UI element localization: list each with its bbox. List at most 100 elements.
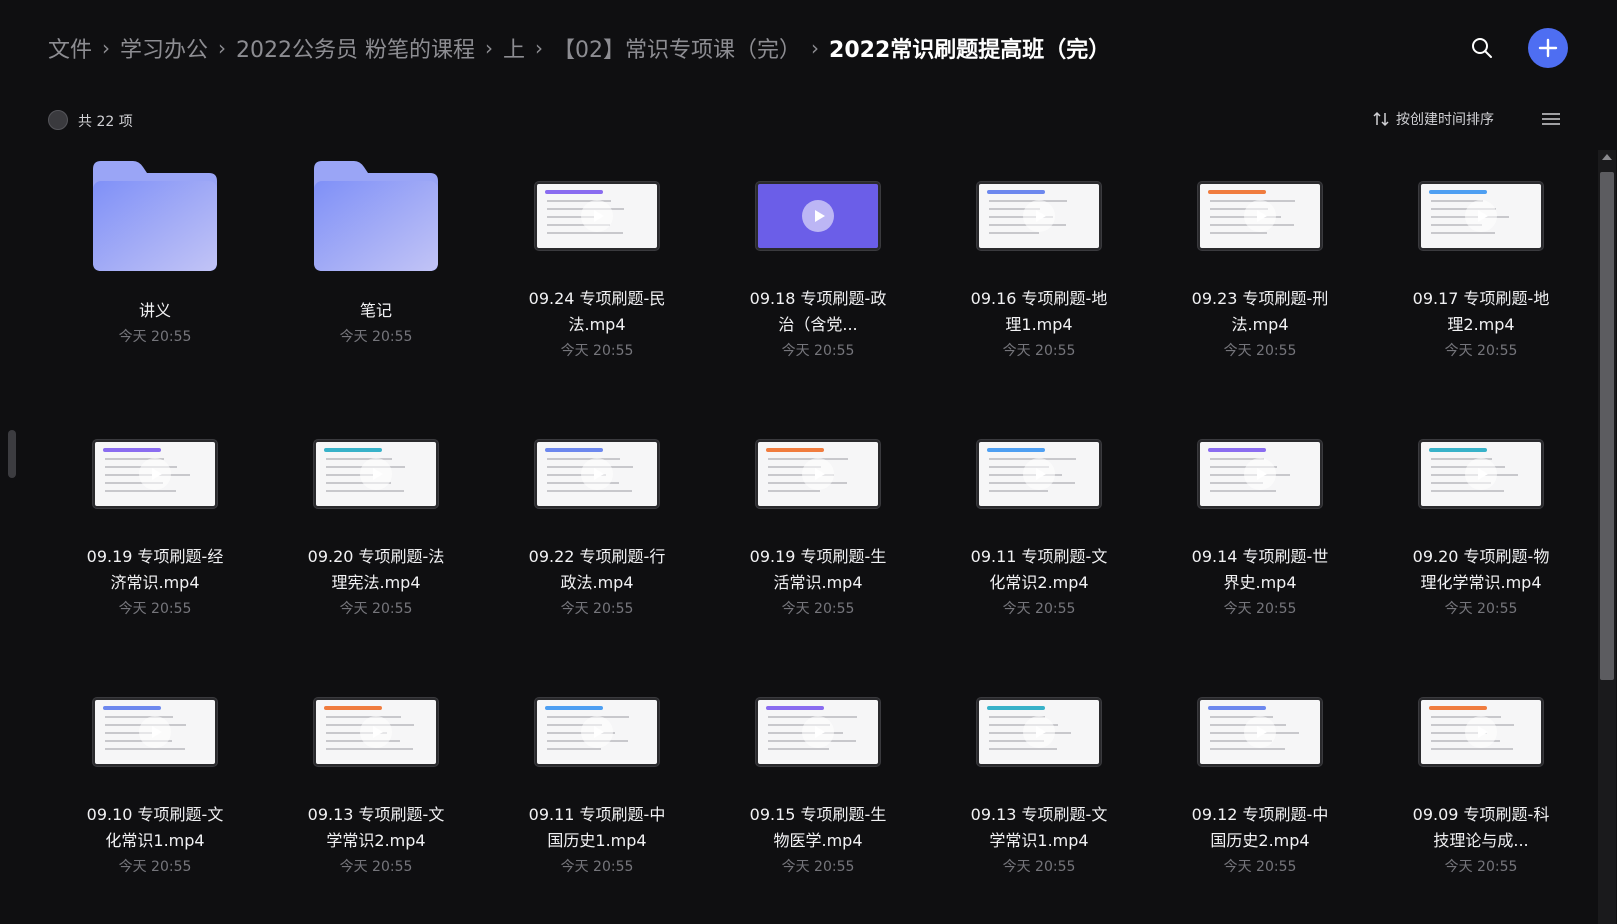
breadcrumb-item-part-one[interactable]: 上	[503, 32, 525, 64]
breadcrumb-separator: ›	[535, 36, 544, 60]
item-modified-time: 今天 20:55	[118, 859, 192, 875]
scroll-up-arrow-icon[interactable]	[1602, 154, 1612, 160]
breadcrumb-item-civil-service-course[interactable]: 2022公务员 粉笔的课程	[236, 32, 475, 64]
video-file-item[interactable]: 09.22 专项刷题-行政法.mp4 今天 20:55	[490, 408, 704, 666]
video-file-item[interactable]: 09.10 专项刷题-文化常识1.mp4 今天 20:55	[48, 666, 262, 924]
breadcrumb-item-study-office[interactable]: 学习办公	[120, 32, 208, 64]
thumbnail-text-line	[1431, 716, 1501, 718]
thumbnail-text-line	[768, 748, 829, 750]
thumbnail-header-bar	[1208, 706, 1266, 710]
view-toggle-button[interactable]	[1540, 109, 1562, 129]
thumbnail-text-line	[989, 232, 1039, 234]
item-name: 09.16 专项刷题-地理1.mp4	[970, 289, 1108, 334]
video-thumbnail	[1419, 698, 1543, 766]
item-name: 09.11 专项刷题-中国历史1.mp4	[528, 805, 666, 850]
sort-button[interactable]: 按创建时间排序	[1372, 108, 1494, 130]
video-file-item[interactable]: 09.11 专项刷题-文化常识2.mp4 今天 20:55	[932, 408, 1146, 666]
video-file-item[interactable]: 09.16 专项刷题-地理1.mp4 今天 20:55	[932, 150, 1146, 408]
breadcrumb-separator: ›	[218, 36, 227, 60]
video-file-item[interactable]: 09.12 专项刷题-中国历史2.mp4 今天 20:55	[1153, 666, 1367, 924]
play-icon	[1465, 716, 1497, 748]
scrollbar-thumb[interactable]	[1600, 172, 1614, 680]
side-panel-handle[interactable]	[8, 430, 16, 478]
video-thumbnail	[756, 698, 880, 766]
item-thumbnail	[269, 666, 483, 794]
item-modified-time: 今天 20:55	[781, 343, 855, 359]
item-modified-time: 今天 20:55	[1444, 343, 1518, 359]
thumbnail-text-line	[1431, 490, 1504, 492]
thumbnail-header-bar	[766, 448, 824, 452]
thumbnail-text-line	[1431, 232, 1495, 234]
video-file-item[interactable]: 09.23 专项刷题-刑法.mp4 今天 20:55	[1153, 150, 1367, 408]
video-file-item[interactable]: 09.17 专项刷题-地理2.mp4 今天 20:55	[1374, 150, 1588, 408]
play-icon	[1465, 200, 1497, 232]
video-file-item[interactable]: 09.20 专项刷题-法理宪法.mp4 今天 20:55	[269, 408, 483, 666]
thumbnail-header-bar	[545, 190, 603, 194]
item-modified-time: 今天 20:55	[339, 859, 413, 875]
item-name: 09.24 专项刷题-民法.mp4	[528, 289, 666, 334]
play-icon	[360, 458, 392, 490]
search-button[interactable]	[1466, 32, 1498, 64]
video-file-item[interactable]: 09.24 专项刷题-民法.mp4 今天 20:55	[490, 150, 704, 408]
video-file-item[interactable]: 09.13 专项刷题-文学常识2.mp4 今天 20:55	[269, 666, 483, 924]
item-thumbnail	[48, 150, 262, 278]
item-name: 09.19 专项刷题-生活常识.mp4	[749, 547, 887, 592]
item-name: 09.18 专项刷题-政治（含党...	[749, 289, 887, 334]
folder-item[interactable]: 讲义 今天 20:55	[48, 150, 262, 408]
folder-item[interactable]: 笔记 今天 20:55	[269, 150, 483, 408]
breadcrumb: 文件 › 学习办公 › 2022公务员 粉笔的课程 › 上 › 【02】常识专项…	[48, 30, 1110, 66]
play-icon	[139, 716, 171, 748]
item-name: 09.19 专项刷题-经济常识.mp4	[86, 547, 224, 592]
video-thumbnail	[93, 698, 217, 766]
video-file-item[interactable]: 09.18 专项刷题-政治（含党... 今天 20:55	[711, 150, 925, 408]
item-thumbnail	[1374, 666, 1588, 794]
play-icon	[139, 458, 171, 490]
video-thumbnail	[93, 440, 217, 508]
thumbnail-text-line	[326, 748, 413, 750]
item-count: 共 22 项	[78, 114, 133, 130]
item-thumbnail	[1374, 408, 1588, 536]
video-file-item[interactable]: 09.13 专项刷题-文学常识1.mp4 今天 20:55	[932, 666, 1146, 924]
video-thumbnail	[1419, 182, 1543, 250]
item-thumbnail	[48, 408, 262, 536]
breadcrumb-separator: ›	[811, 36, 820, 60]
thumbnail-header-bar	[1429, 190, 1487, 194]
item-name: 09.13 专项刷题-文学常识2.mp4	[307, 805, 445, 850]
video-file-item[interactable]: 09.11 专项刷题-中国历史1.mp4 今天 20:55	[490, 666, 704, 924]
video-file-item[interactable]: 09.09 专项刷题-科技理论与成... 今天 20:55	[1374, 666, 1588, 924]
play-icon	[581, 458, 613, 490]
thumbnail-header-bar	[1208, 448, 1266, 452]
video-thumbnail	[977, 440, 1101, 508]
item-name: 09.09 专项刷题-科技理论与成...	[1412, 805, 1550, 850]
item-thumbnail	[1153, 666, 1367, 794]
folder-icon	[93, 161, 217, 271]
item-modified-time: 今天 20:55	[560, 859, 634, 875]
video-file-item[interactable]: 09.20 专项刷题-物理化学常识.mp4 今天 20:55	[1374, 408, 1588, 666]
item-modified-time: 今天 20:55	[339, 329, 413, 345]
item-modified-time: 今天 20:55	[118, 601, 192, 617]
item-modified-time: 今天 20:55	[1444, 601, 1518, 617]
video-file-item[interactable]: 09.19 专项刷题-生活常识.mp4 今天 20:55	[711, 408, 925, 666]
add-button[interactable]	[1528, 28, 1568, 68]
item-modified-time: 今天 20:55	[560, 343, 634, 359]
item-thumbnail	[932, 150, 1146, 278]
breadcrumb-item-common-sense-course[interactable]: 【02】常识专项课（完）	[553, 32, 801, 64]
item-modified-time: 今天 20:55	[781, 601, 855, 617]
play-icon	[802, 458, 834, 490]
video-thumbnail	[535, 440, 659, 508]
video-file-item[interactable]: 09.14 专项刷题-世界史.mp4 今天 20:55	[1153, 408, 1367, 666]
video-file-item[interactable]: 09.19 专项刷题-经济常识.mp4 今天 20:55	[48, 408, 262, 666]
thumbnail-header-bar	[324, 448, 382, 452]
video-file-item[interactable]: 09.15 专项刷题-生物医学.mp4 今天 20:55	[711, 666, 925, 924]
thumbnail-text-line	[989, 200, 1067, 202]
item-name: 讲义	[138, 301, 171, 320]
list-view-icon	[1542, 113, 1560, 125]
item-thumbnail	[932, 666, 1146, 794]
thumbnail-header-bar	[1208, 190, 1266, 194]
thumbnail-text-line	[1210, 232, 1267, 234]
play-icon	[581, 200, 613, 232]
item-modified-time: 今天 20:55	[1002, 343, 1076, 359]
breadcrumb-item-files[interactable]: 文件	[48, 32, 92, 64]
select-all-checkbox[interactable]	[48, 110, 68, 130]
thumbnail-header-bar	[103, 448, 161, 452]
